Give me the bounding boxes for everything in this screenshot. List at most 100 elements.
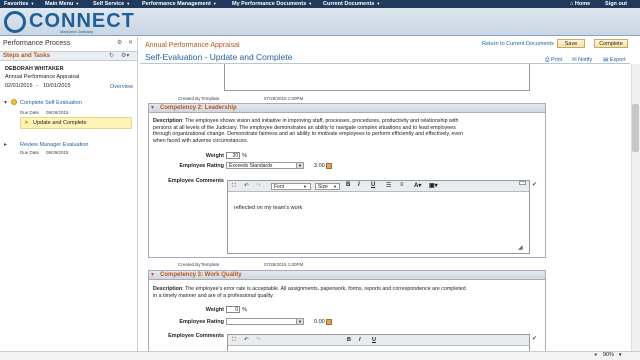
collapse-icon[interactable]: ▾ [151,271,154,278]
chevron-down-icon: ▼ [30,1,35,6]
signout-label: Sign out [605,1,627,7]
signout-link[interactable]: Sign out [605,1,627,7]
app-title: Annual Performance Appraisal [145,42,240,49]
employee-rating-select[interactable]: Exceeds Standards [226,162,304,169]
chevron-right-icon[interactable]: ▸ [4,141,7,148]
chevron-down-icon: ▼ [308,1,313,6]
size-select-label: Size [318,184,328,190]
underline-icon[interactable]: U [371,182,375,188]
zoom-level[interactable]: 90% [603,352,614,358]
gear-icon[interactable]: ⚙ [117,39,122,46]
chevron-down-icon: ▼ [333,184,337,189]
nav-self-service-label: Self Service [93,1,125,7]
background-color-icon[interactable]: ▣▾ [429,182,438,189]
close-icon[interactable]: ✕ [128,39,133,46]
employee-comments-label: Employee Comments [168,178,224,184]
nav-self-service[interactable]: Self Service ▼ [93,1,130,7]
italic-icon[interactable]: I [359,337,361,343]
panel-title: Performance Process [3,40,71,47]
created-timestamp: 07/28/2015 1:00PM [264,262,304,267]
due-date-value: 09/29/2015 [46,150,69,155]
arrow-right-icon: ➤ [24,120,30,126]
created-by-value: Template [201,96,220,101]
chevron-down-icon[interactable]: ▼ [618,352,622,357]
description-text: : The employee shows vision and initiati… [153,118,464,144]
chevron-down-icon[interactable]: ▼ [296,162,304,169]
nav-my-performance-documents[interactable]: My Performance Documents ▼ [232,1,312,7]
description-label: Description [153,286,183,292]
competency-2-title: Competency 2: Leadership [160,105,237,111]
rich-text-toolbar: ⛶ ↶ ↷ B I U [228,335,529,346]
competency-3-title: Competency 3: Work Quality [160,272,242,278]
numbered-list-icon[interactable]: ☰ [386,182,391,189]
chevron-down-icon: ▼ [126,1,131,6]
scrollbar-thumb[interactable] [632,104,639,152]
weight-input[interactable]: 0 [226,306,240,313]
current-step-label: Update and Complete [33,120,87,126]
return-to-current-documents-link[interactable]: Return to Current Documents [482,41,554,47]
logo-subtitle: Maryland Judiciary [60,29,94,34]
weight-label: Weight [205,307,224,313]
employee-rating-value: Exceeds Standards [229,163,273,169]
nav-main-menu[interactable]: Main Menu ▼ [45,1,79,7]
due-date-value: 09/28/2015 [46,110,69,115]
maximize-icon[interactable]: ⛶ [232,337,236,344]
redo-icon[interactable]: ↷ [256,337,261,343]
home-link[interactable]: ⌂ Home [570,1,590,7]
bold-icon[interactable]: B [347,337,351,343]
maximize-icon[interactable]: ⛶ [232,183,236,190]
in-progress-icon [11,99,17,105]
weight-label: Weight [205,153,224,159]
nav-main-menu-label: Main Menu [45,1,74,7]
created-by-label: Created By [178,96,201,101]
refresh-icon[interactable]: ↻ [109,52,114,59]
calculator-icon[interactable] [326,319,332,325]
comment-text[interactable]: reflected on my team's work [234,205,302,211]
status-bar [0,351,640,360]
bold-icon[interactable]: B [346,182,350,188]
employee-name: DEBORAH WHITAKER [5,66,64,72]
complete-button[interactable]: Complete [594,39,628,48]
step-complete-self-evaluation[interactable]: Complete Self Evaluation [20,100,82,106]
spellcheck-icon[interactable]: ✔ [532,335,537,342]
employee-rating-label: Employee Rating [179,319,224,325]
underline-icon[interactable]: U [372,337,376,343]
settings-icon[interactable]: ⚙▾ [121,52,129,59]
text-color-icon[interactable]: A▾ [414,182,421,189]
font-select-label: Font [274,184,285,190]
rating-score: 0.00 [314,319,325,325]
step-review-manager-evaluation[interactable]: Review Manager Evaluation [20,142,88,148]
employee-rating-label: Employee Rating [179,163,224,169]
top-nav-bar: Favorites ▼ Main Menu ▼ Self Service ▼ Perf… [0,0,640,8]
created-timestamp: 07/28/2015 1:00PM [264,96,304,101]
redo-icon[interactable]: ↷ [256,183,261,189]
chevron-down-icon[interactable]: ▾ [4,99,7,106]
calculator-icon[interactable] [326,163,332,169]
undo-icon[interactable]: ↶ [244,337,249,343]
nav-performance-management[interactable]: Performance Management ▼ [142,1,217,7]
nav-favorites[interactable]: Favorites ▼ [4,1,34,7]
description-text: : The employee's error rate is acceptabl… [153,286,466,299]
overview-link[interactable]: Overview [110,84,133,90]
minimize-icon[interactable] [519,181,526,185]
spellcheck-icon[interactable]: ✔ [532,181,537,188]
nav-current-documents[interactable]: Current Documents ▼ [323,1,380,7]
created-by-label: Created By [178,262,201,267]
competency-2-description: Description: The employee shows vision a… [153,118,468,144]
previous-comments-editor[interactable] [224,64,530,91]
employee-rating-select[interactable] [226,318,304,325]
collapse-icon[interactable]: ▾ [151,104,154,111]
period-separator: - [36,83,38,89]
italic-icon[interactable]: I [358,182,360,188]
bullet-list-icon[interactable]: ≡ [400,182,404,188]
percent-sign: % [242,153,247,159]
undo-icon[interactable]: ↶ [244,183,249,189]
save-button[interactable]: Save [557,39,585,48]
chevron-down-icon: ▼ [303,184,307,189]
weight-input[interactable]: 20 [226,152,240,159]
document-type: Annual Performance Appraisal [5,74,80,80]
resize-handle-icon[interactable]: ◢ [518,244,523,251]
chevron-down-icon[interactable]: ▼ [296,318,304,325]
chevron-down-icon: ▼ [75,1,80,6]
due-date-label: Due Date [20,110,40,115]
